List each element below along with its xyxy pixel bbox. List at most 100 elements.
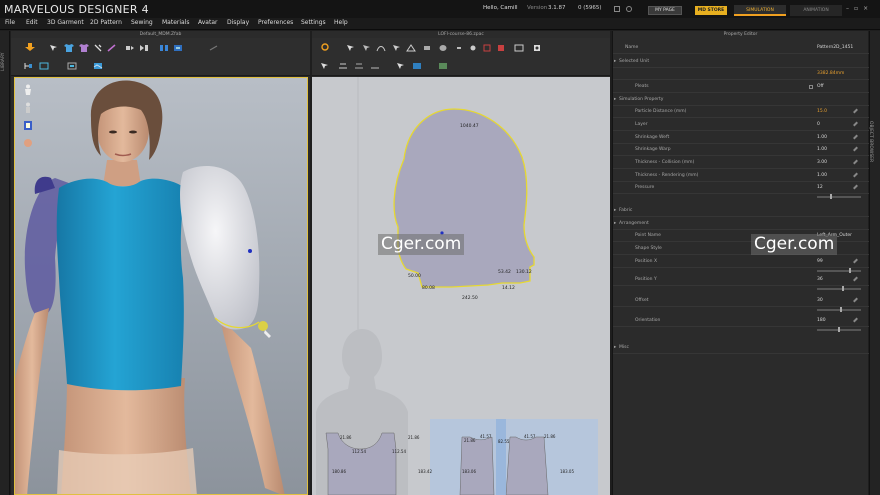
texture-transform-icon[interactable] <box>412 62 422 70</box>
property-section[interactable]: ▸ Selected Unit <box>613 57 869 67</box>
edit-curve-icon[interactable] <box>376 44 386 52</box>
texture-edit-icon[interactable] <box>396 62 406 70</box>
avatar-layer-icon[interactable] <box>173 44 183 52</box>
transform-pattern-icon[interactable] <box>346 44 356 52</box>
expand-caret-icon[interactable]: ▸ <box>614 95 616 105</box>
edit-pencil-icon[interactable] <box>853 297 858 303</box>
avatar-display-icon[interactable] <box>23 62 33 70</box>
property-slider[interactable] <box>817 307 861 312</box>
my-page-button[interactable]: MY PAGE <box>648 6 682 15</box>
free-sewing-icon[interactable] <box>514 44 524 52</box>
property-value[interactable]: 1.00 <box>817 133 827 143</box>
property-slider[interactable] <box>817 194 861 199</box>
tape-icon[interactable] <box>107 44 117 52</box>
menu-help[interactable]: Help <box>334 19 348 26</box>
edit-pencil-icon[interactable] <box>853 317 858 323</box>
menu-file[interactable]: File <box>5 19 15 26</box>
property-section[interactable]: ▸ Arrangement <box>613 219 869 229</box>
fold-icon[interactable] <box>125 44 135 52</box>
expand-caret-icon[interactable]: ▸ <box>614 219 616 229</box>
property-value[interactable]: 99 <box>817 257 823 267</box>
select-mesh-icon[interactable] <box>49 44 59 52</box>
edit-pencil-icon[interactable] <box>853 258 858 264</box>
property-value[interactable]: 30 <box>817 296 823 306</box>
sewing-icon[interactable] <box>159 44 169 52</box>
m-to-n-sewing-icon[interactable] <box>354 62 364 70</box>
property-value[interactable]: Off <box>809 82 824 92</box>
property-value[interactable]: 3.00 <box>817 158 827 168</box>
garment-tool-icon[interactable] <box>79 44 89 52</box>
menu-3d-garment[interactable]: 3D Garment <box>47 19 84 26</box>
edit-pattern-icon[interactable] <box>362 44 372 52</box>
property-value[interactable]: 12 <box>817 183 823 193</box>
property-value[interactable]: 1.00 <box>817 171 827 181</box>
menu-display[interactable]: Display <box>227 19 249 26</box>
edit-pencil-icon[interactable] <box>853 121 858 127</box>
grid-icon[interactable] <box>39 62 49 70</box>
hide-tool-icon[interactable] <box>209 44 219 52</box>
settings-icon[interactable] <box>614 6 620 12</box>
library-tab-label[interactable]: LIBRARY <box>1 52 6 71</box>
object-browser-strip[interactable]: OBJECT BROWSER <box>868 31 880 495</box>
pin-2d-icon[interactable] <box>532 44 542 52</box>
check-sewing-icon[interactable] <box>370 62 380 70</box>
property-slider[interactable] <box>817 327 861 332</box>
pointer-2d-icon[interactable] <box>320 62 330 70</box>
polygon-icon[interactable] <box>406 44 416 52</box>
edit-pencil-icon[interactable] <box>853 172 858 178</box>
arrow-down-icon[interactable] <box>25 43 35 51</box>
menu-sewing[interactable]: Sewing <box>131 19 153 26</box>
ellipse-icon[interactable] <box>438 44 448 52</box>
joint-icon[interactable] <box>67 62 77 70</box>
info-icon[interactable] <box>626 6 632 12</box>
pattern-sewing-icon[interactable] <box>496 44 506 52</box>
internal-polygon-icon[interactable] <box>454 44 464 52</box>
property-slider[interactable] <box>817 268 861 273</box>
simulation-mode-tab[interactable]: SIMULATION <box>734 5 786 16</box>
dart-icon[interactable] <box>482 44 492 52</box>
property-value[interactable]: 15.0 <box>817 107 827 117</box>
edit-pencil-icon[interactable] <box>853 184 858 190</box>
menu-settings[interactable]: Settings <box>301 19 326 26</box>
property-value[interactable]: 36 <box>817 275 823 285</box>
slider-handle[interactable] <box>842 286 844 291</box>
internal-ellipse-icon[interactable] <box>468 44 478 52</box>
slider-handle[interactable] <box>830 194 832 199</box>
fold-arrange-icon[interactable] <box>139 44 149 52</box>
property-value[interactable]: 0 <box>817 120 820 130</box>
slider-handle[interactable] <box>840 307 842 312</box>
pin-icon[interactable] <box>93 44 103 52</box>
slider-handle[interactable] <box>838 327 840 332</box>
pleats-checkbox[interactable] <box>809 85 813 89</box>
pattern-canvas[interactable]: 1040.47 130.12 50.00 80.08 53.42 14.12 2… <box>312 77 610 495</box>
edit-pencil-icon[interactable] <box>853 134 858 140</box>
property-value[interactable]: 1.00 <box>817 145 827 155</box>
property-section[interactable]: ▸ Fabric <box>613 206 869 216</box>
viewport-2d[interactable]: 1040.47 130.12 50.00 80.08 53.42 14.12 2… <box>312 77 610 495</box>
property-section[interactable]: ▸ Misc <box>613 343 869 353</box>
menu-materials[interactable]: Materials <box>162 19 190 26</box>
expand-caret-icon[interactable]: ▸ <box>614 343 616 353</box>
refresh-icon[interactable] <box>320 43 330 51</box>
expand-caret-icon[interactable]: ▸ <box>614 206 616 216</box>
slider-handle[interactable] <box>849 268 851 273</box>
library-strip[interactable]: LIBRARY <box>0 31 10 495</box>
edit-pencil-icon[interactable] <box>853 108 858 114</box>
graphic-icon[interactable] <box>438 62 448 70</box>
object-browser-tab-label[interactable]: OBJECT BROWSER <box>868 121 873 162</box>
garment-shirt-icon[interactable] <box>64 44 74 52</box>
add-point-icon[interactable] <box>392 44 402 52</box>
expand-caret-icon[interactable]: ▸ <box>614 57 616 67</box>
md-store-button[interactable]: MD STORE <box>695 6 727 15</box>
texture-display-icon[interactable] <box>93 62 103 70</box>
segment-sewing-icon[interactable] <box>338 62 348 70</box>
rectangle-icon[interactable] <box>422 44 432 52</box>
edit-pencil-icon[interactable] <box>853 159 858 165</box>
avatar-model[interactable] <box>15 78 308 495</box>
property-slider[interactable] <box>817 286 861 291</box>
animation-mode-tab[interactable]: ANIMATION <box>790 5 842 16</box>
menu-edit[interactable]: Edit <box>26 19 38 26</box>
menu-2d-pattern[interactable]: 2D Pattern <box>90 19 122 26</box>
edit-pencil-icon[interactable] <box>853 146 858 152</box>
menu-preferences[interactable]: Preferences <box>258 19 293 26</box>
